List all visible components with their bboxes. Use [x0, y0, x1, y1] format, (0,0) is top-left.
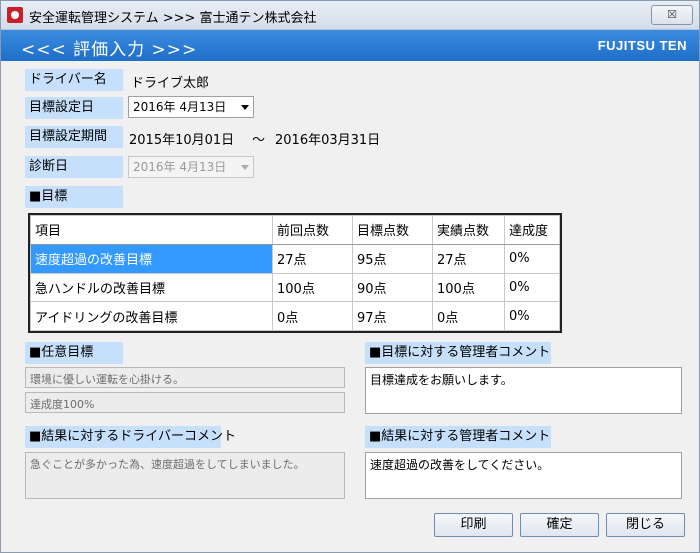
close-button[interactable]: 閉じる: [606, 513, 685, 537]
target-period-label: 目標設定期間: [25, 126, 123, 148]
evaluation-window: 安全運転管理システム >>> 富士通テン株式会社 ☒ <<< 評価入力 >>> …: [0, 0, 700, 553]
table-cell[interactable]: アイドリングの改善目標: [30, 301, 273, 331]
table-cell[interactable]: 0点: [432, 301, 505, 331]
manager-result-comment-label: ■結果に対する管理者コメント: [365, 426, 551, 448]
diagnosis-date-picker: 2016年 4月13日: [128, 156, 254, 178]
close-icon[interactable]: ☒: [651, 5, 693, 25]
app-icon: [7, 7, 23, 23]
target-period-separator: ～: [252, 133, 266, 148]
column-header: 前回点数: [272, 215, 353, 245]
page-title: <<< 評価入力 >>>: [21, 40, 198, 60]
column-header: 達成度: [504, 215, 560, 245]
target-period-start: 2015年10月01日: [129, 133, 235, 148]
confirm-button[interactable]: 確定: [520, 513, 599, 537]
table-cell[interactable]: 27点: [272, 243, 353, 274]
chevron-down-icon[interactable]: [241, 105, 249, 110]
table-cell[interactable]: 27点: [432, 243, 505, 274]
table-cell[interactable]: 0%: [504, 301, 560, 331]
table-cell[interactable]: 95点: [352, 243, 433, 274]
table-cell[interactable]: 急ハンドルの改善目標: [30, 272, 273, 303]
table-cell[interactable]: 速度超過の改善目標: [30, 243, 273, 274]
diagnosis-date-label: 診断日: [25, 156, 123, 178]
target-date-label: 目標設定日: [25, 97, 123, 119]
goals-section-label: ■目標: [25, 186, 123, 208]
diagnosis-date-value: 2016年 4月13日: [133, 160, 227, 174]
table-cell[interactable]: 0%: [504, 243, 560, 274]
target-date-value: 2016年 4月13日: [133, 100, 227, 114]
company-logo: FUJITSU TEN: [597, 38, 687, 53]
table-cell[interactable]: 0点: [272, 301, 353, 331]
column-header: 目標点数: [352, 215, 433, 245]
driver-result-comment-label: ■結果に対するドライバーコメント: [25, 426, 236, 448]
driver-result-comment-field: 急ぐことが多かった為、速度超過をしてしまいました。: [25, 452, 345, 499]
optional-goal-achievement: 達成度100%: [25, 392, 345, 413]
print-button[interactable]: 印刷: [434, 513, 513, 537]
target-period-end: 2016年03月31日: [275, 133, 381, 148]
chevron-down-icon: [241, 165, 249, 170]
table-cell[interactable]: 100点: [272, 272, 353, 303]
table-row[interactable]: アイドリングの改善目標 0点 97点 0点 0%: [30, 301, 560, 331]
table-cell[interactable]: 90点: [352, 272, 433, 303]
manager-result-comment-field[interactable]: 速度超過の改善をしてください。: [365, 452, 682, 499]
target-date-picker[interactable]: 2016年 4月13日: [128, 96, 254, 118]
table-header-row: 項目 前回点数 目標点数 実績点数 達成度: [30, 215, 560, 245]
manager-goal-comment-field[interactable]: 目標達成をお願いします。: [365, 367, 682, 414]
driver-name-label: ドライバー名: [25, 69, 123, 91]
table-row[interactable]: 急ハンドルの改善目標 100点 90点 100点 0%: [30, 272, 560, 303]
table-cell[interactable]: 97点: [352, 301, 433, 331]
table-row[interactable]: 速度超過の改善目標 27点 95点 27点 0%: [30, 243, 560, 274]
table-cell[interactable]: 100点: [432, 272, 505, 303]
optional-goal-text: 環境に優しい運転を心掛ける。: [25, 367, 345, 388]
title-bar[interactable]: 安全運転管理システム >>> 富士通テン株式会社 ☒: [1, 1, 699, 30]
table-cell[interactable]: 0%: [504, 272, 560, 303]
goals-table[interactable]: 項目 前回点数 目標点数 実績点数 達成度 速度超過の改善目標 27点 95点 …: [28, 213, 562, 333]
column-header: 実績点数: [432, 215, 505, 245]
column-header: 項目: [30, 215, 273, 245]
optional-goal-label: ■任意目標: [25, 342, 123, 364]
header-banner: <<< 評価入力 >>> FUJITSU TEN: [1, 30, 699, 61]
driver-name-value: ドライブ太郎: [131, 76, 210, 91]
manager-goal-comment-label: ■目標に対する管理者コメント: [365, 342, 551, 364]
window-title: 安全運転管理システム >>> 富士通テン株式会社: [29, 11, 317, 26]
